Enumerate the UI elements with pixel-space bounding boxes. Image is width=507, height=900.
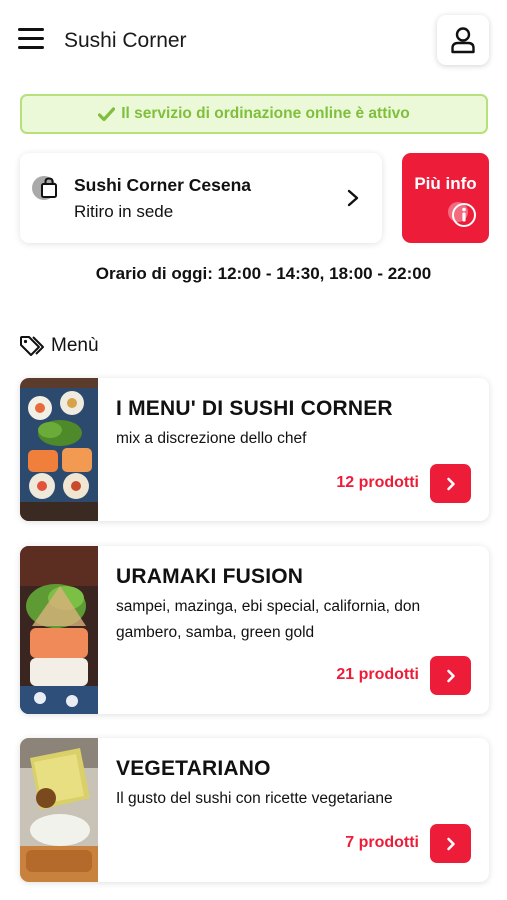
section-title: Menù <box>51 335 99 356</box>
menu-section-header: Menù <box>19 333 99 359</box>
tag-icon <box>20 336 44 356</box>
menu-category-card[interactable]: URAMAKI FUSION sampei, mazinga, ebi spec… <box>20 546 489 714</box>
category-title: I MENU' DI SUSHI CORNER <box>116 397 393 420</box>
online-ordering-status-banner: Il servizio di ordinazione online è atti… <box>20 94 488 134</box>
category-image <box>20 738 98 882</box>
status-text: Il servizio di ordinazione online è atti… <box>121 105 410 122</box>
menu-category-card[interactable]: I MENU' DI SUSHI CORNER mix a discrezion… <box>20 378 489 521</box>
app-header: Sushi Corner <box>0 0 507 84</box>
chevron-right-icon <box>446 477 455 490</box>
app-title: Sushi Corner <box>64 29 187 52</box>
category-image <box>20 378 98 521</box>
category-image <box>20 546 98 714</box>
category-description: sampei, mazinga, ebi special, california… <box>116 598 421 641</box>
chevron-right-icon <box>446 837 455 850</box>
chevron-right-icon <box>446 669 455 682</box>
category-description: Il gusto del sushi con ricette vegetaria… <box>116 790 393 807</box>
user-icon <box>451 27 475 54</box>
more-info-label: Più info <box>414 174 477 193</box>
more-info-button[interactable]: Più info <box>402 153 489 243</box>
store-name: Sushi Corner Cesena <box>74 175 251 195</box>
chevron-right-icon <box>347 189 359 207</box>
product-count: 12 prodotti <box>336 474 419 491</box>
category-title: URAMAKI FUSION <box>116 565 304 588</box>
info-icon <box>448 202 476 227</box>
checkmark-icon <box>98 106 116 121</box>
user-account-button[interactable] <box>437 15 489 65</box>
opening-hours-today: Orario di oggi: 12:00 - 14:30, 18:00 - 2… <box>95 264 432 283</box>
product-count: 7 prodotti <box>345 834 419 851</box>
menu-category-card[interactable]: VEGETARIANO Il gusto del sushi con ricet… <box>20 738 489 882</box>
shopping-bag-icon <box>32 176 57 200</box>
category-description: mix a discrezione dello chef <box>116 430 307 447</box>
open-category-button[interactable] <box>430 464 471 503</box>
open-category-button[interactable] <box>430 656 471 695</box>
hamburger-menu-icon[interactable] <box>18 28 44 52</box>
product-count: 21 prodotti <box>336 666 419 683</box>
order-mode: Ritiro in sede <box>74 202 174 221</box>
category-title: VEGETARIANO <box>116 757 271 780</box>
open-category-button[interactable] <box>430 824 471 863</box>
store-selector-card[interactable]: Sushi Corner Cesena Ritiro in sede <box>20 153 382 243</box>
